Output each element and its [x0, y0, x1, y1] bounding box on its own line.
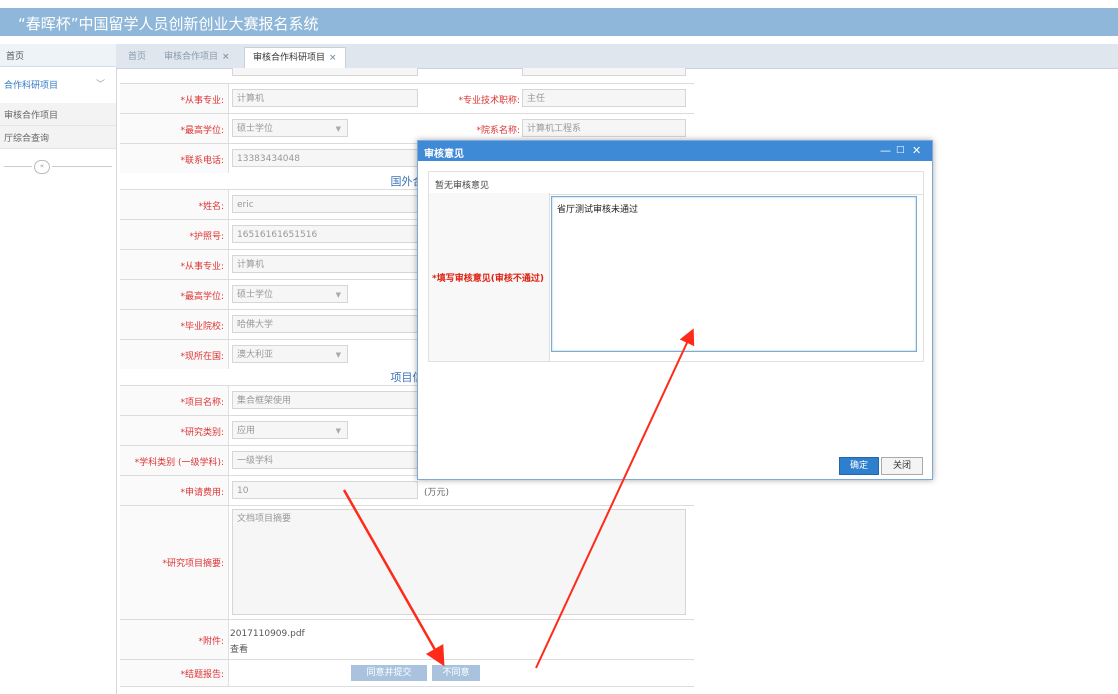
arrow-to-disagree	[342, 489, 445, 667]
arrow-to-textarea	[535, 328, 695, 669]
annotation-arrows	[342, 328, 695, 669]
